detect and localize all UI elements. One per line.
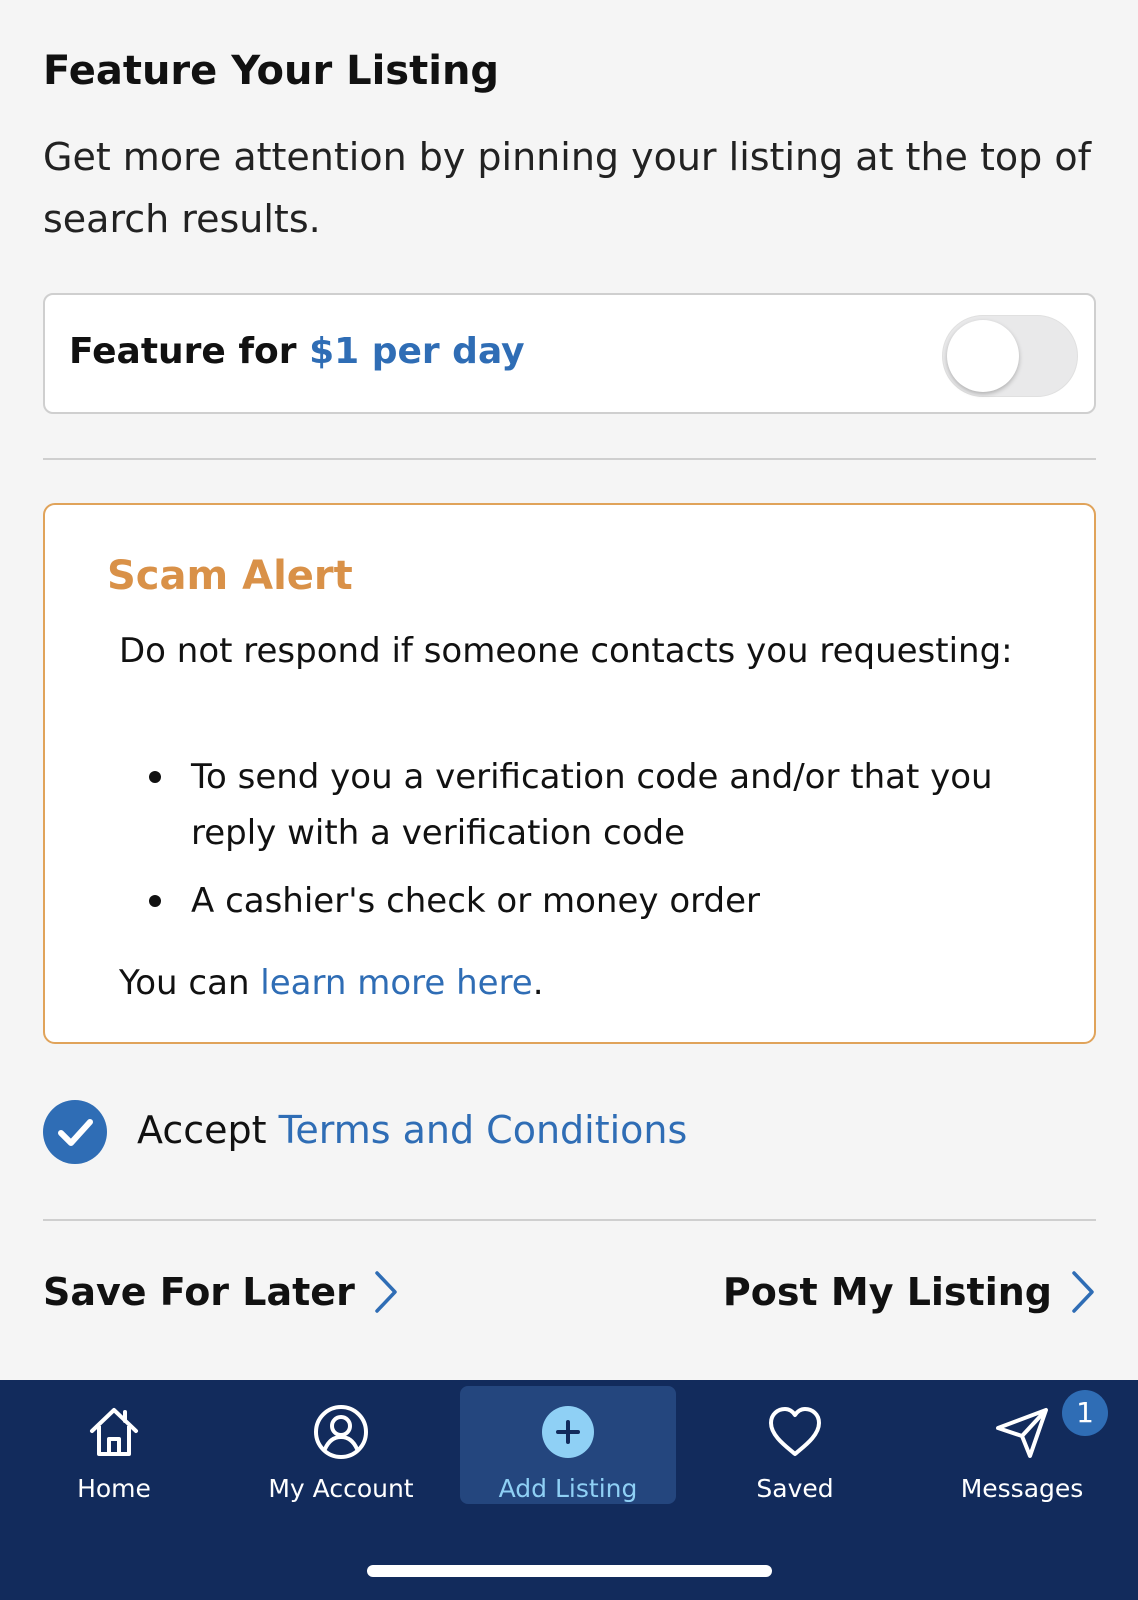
list-item-text: A cashier's check or money order [191, 881, 760, 921]
feature-toggle-label: Feature for $1 per day [69, 331, 525, 372]
feature-label-text: Feature for [69, 331, 310, 372]
tab-add-listing[interactable]: Add Listing [460, 1386, 676, 1504]
bullet-icon [149, 771, 161, 783]
tab-label: Add Listing [498, 1474, 638, 1503]
learn-more-link[interactable]: learn more here [260, 963, 532, 1003]
chevron-right-icon [375, 1270, 397, 1313]
scam-alert-intro: Do not respond if someone contacts you r… [119, 631, 1013, 671]
feature-title: Feature Your Listing [43, 48, 500, 94]
unread-badge: 1 [1062, 1390, 1108, 1436]
accept-checkbox[interactable] [43, 1100, 107, 1164]
feature-toggle-switch[interactable] [942, 315, 1078, 397]
accept-text: Accept [137, 1108, 267, 1152]
bullet-icon [149, 895, 161, 907]
tab-messages[interactable]: 1 Messages [914, 1386, 1130, 1504]
paper-plane-icon [996, 1408, 1048, 1458]
tab-saved[interactable]: Saved [687, 1386, 903, 1504]
feature-description: Get more attention by pinning your listi… [43, 135, 1091, 241]
save-for-later-label: Save For Later [43, 1270, 355, 1314]
terms-link[interactable]: Terms and Conditions [279, 1108, 688, 1152]
add-icon [542, 1406, 594, 1458]
post-listing-button[interactable]: Post My Listing [723, 1270, 1096, 1330]
footer-prefix: You can [119, 963, 261, 1003]
scam-alert-title: Scam Alert [107, 553, 353, 599]
tab-home[interactable]: Home [6, 1386, 222, 1504]
bottom-tab-bar: Home My Account Add Listing Saved 1 Mess… [0, 1380, 1138, 1600]
chevron-right-icon [1072, 1270, 1094, 1313]
home-icon [90, 1408, 138, 1456]
list-item-text: To send you a verification code and/or t… [191, 757, 993, 853]
divider [43, 458, 1096, 460]
feature-price: $1 per day [309, 331, 525, 372]
list-item: To send you a verification code and/or t… [149, 749, 1049, 861]
heart-icon [769, 1407, 821, 1456]
account-icon [314, 1405, 368, 1459]
save-for-later-button[interactable]: Save For Later [43, 1270, 399, 1330]
scam-alert-box: Scam Alert Do not respond if someone con… [43, 503, 1096, 1044]
tab-label: Home [77, 1474, 151, 1503]
divider [43, 1219, 1096, 1221]
tab-label: My Account [268, 1474, 414, 1503]
feature-toggle-row[interactable]: Feature for $1 per day [43, 293, 1096, 414]
tab-label: Saved [756, 1474, 834, 1503]
home-indicator [367, 1565, 772, 1577]
post-listing-label: Post My Listing [722, 1270, 1052, 1314]
accept-label: Accept Terms and Conditions [137, 1108, 687, 1152]
scam-alert-footer: You can learn more here. [119, 955, 544, 1011]
toggle-knob [947, 320, 1019, 392]
footer-suffix: . [532, 963, 544, 1003]
checkmark-icon [58, 1119, 93, 1146]
tab-my-account[interactable]: My Account [233, 1386, 449, 1504]
tab-label: Messages [960, 1474, 1084, 1503]
list-item: A cashier's check or money order [149, 873, 1049, 929]
scam-alert-list: To send you a verification code and/or t… [149, 749, 1049, 929]
